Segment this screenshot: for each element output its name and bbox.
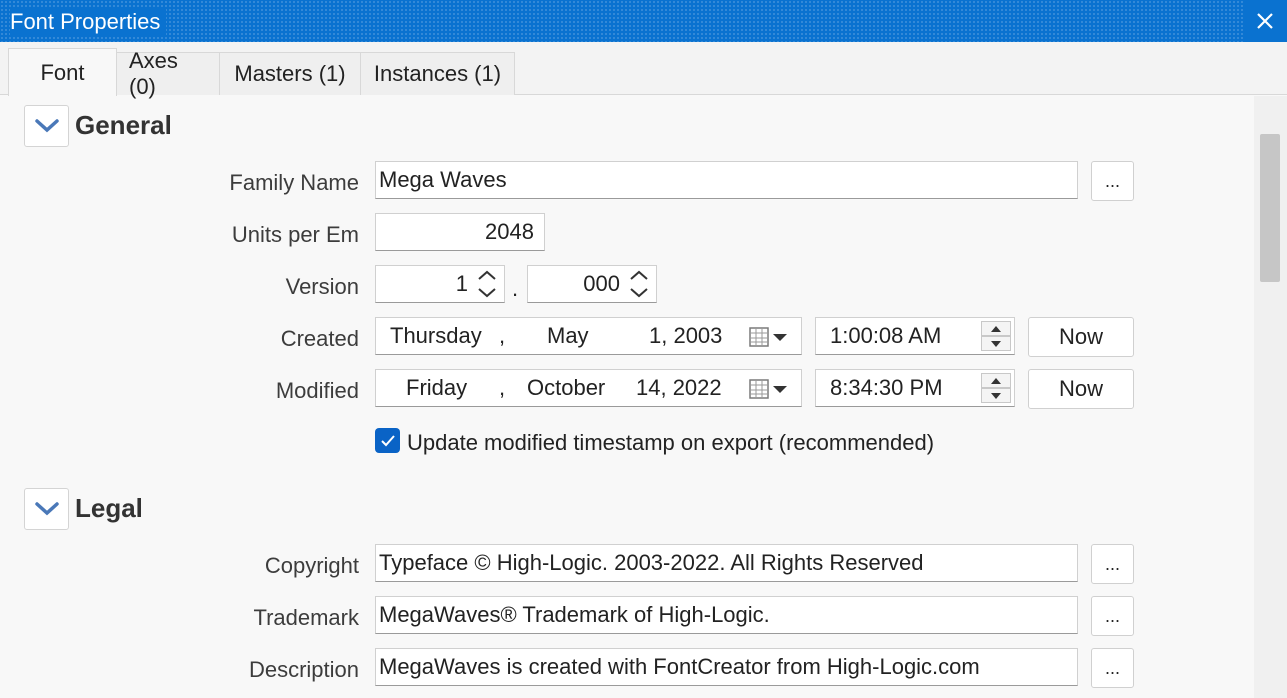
version-minor-spinner-icon[interactable] bbox=[628, 268, 650, 300]
spin-down-icon[interactable] bbox=[981, 388, 1011, 403]
copyright-more-button[interactable]: ... bbox=[1091, 544, 1134, 584]
close-button[interactable] bbox=[1243, 0, 1287, 42]
version-label: Version bbox=[285, 274, 359, 299]
calendar-dropdown-icon[interactable] bbox=[749, 378, 789, 400]
update-timestamp-checkbox[interactable] bbox=[375, 428, 400, 453]
ellipsis-label: ... bbox=[1104, 657, 1120, 678]
copyright-field[interactable]: Typeface © High-Logic. 2003-2022. All Ri… bbox=[375, 544, 1078, 582]
copyright-label: Copyright bbox=[264, 553, 359, 578]
created-weekday: Thursday bbox=[390, 323, 482, 348]
created-now-button[interactable]: Now bbox=[1028, 317, 1134, 357]
calendar-dropdown-icon[interactable] bbox=[749, 326, 789, 348]
now-button-label: Now bbox=[1058, 376, 1103, 401]
trademark-value: MegaWaves® Trademark of High-Logic. bbox=[379, 602, 770, 627]
spin-up-icon[interactable] bbox=[981, 321, 1011, 336]
section-title-legal: Legal bbox=[75, 493, 143, 523]
modified-comma: , bbox=[499, 375, 506, 400]
chevron-down-icon bbox=[34, 119, 59, 133]
version-major-value: 1 bbox=[455, 271, 468, 296]
tab-font[interactable]: Font bbox=[8, 48, 117, 96]
created-day-year: 1, 2003 bbox=[649, 323, 723, 348]
scrollbar-thumb[interactable] bbox=[1260, 134, 1280, 282]
legal-collapse-toggle[interactable] bbox=[24, 488, 69, 530]
copyright-value: Typeface © High-Logic. 2003-2022. All Ri… bbox=[379, 550, 924, 575]
modified-time-value: 8:34:30 PM bbox=[830, 375, 943, 400]
modified-date-picker[interactable]: Friday , October 14, 2022 bbox=[375, 369, 802, 407]
ellipsis-label: ... bbox=[1104, 170, 1120, 191]
update-timestamp-label[interactable]: Update modified timestamp on export (rec… bbox=[407, 430, 934, 456]
created-comma: , bbox=[499, 323, 506, 348]
modified-now-button[interactable]: Now bbox=[1028, 369, 1134, 409]
created-month: May bbox=[547, 323, 589, 348]
trademark-more-button[interactable]: ... bbox=[1091, 596, 1134, 636]
tab-label: Instances (1) bbox=[373, 61, 502, 86]
ellipsis-label: ... bbox=[1104, 553, 1120, 574]
family-name-more-button[interactable]: ... bbox=[1091, 161, 1134, 201]
created-time-field[interactable]: 1:00:08 AM bbox=[815, 317, 1015, 355]
tab-label: Masters (1) bbox=[234, 61, 346, 86]
created-label: Created bbox=[280, 326, 359, 351]
general-collapse-toggle[interactable] bbox=[24, 105, 69, 147]
close-icon bbox=[1257, 13, 1273, 29]
description-value: MegaWaves is created with FontCreator fr… bbox=[379, 654, 980, 679]
modified-day-year: 14, 2022 bbox=[636, 375, 722, 400]
created-time-value: 1:00:08 AM bbox=[830, 323, 942, 348]
units-per-em-value: 2048 bbox=[485, 219, 534, 244]
created-date-picker[interactable]: Thursday , May 1, 2003 bbox=[375, 317, 802, 355]
version-minor-value: 000 bbox=[583, 271, 620, 296]
section-title-general: General bbox=[75, 110, 172, 140]
spin-down-icon[interactable] bbox=[981, 336, 1011, 351]
tab-instances[interactable]: Instances (1) bbox=[360, 52, 515, 95]
units-per-em-field[interactable]: 2048 bbox=[375, 213, 545, 251]
description-field[interactable]: MegaWaves is created with FontCreator fr… bbox=[375, 648, 1078, 686]
trademark-label: Trademark bbox=[253, 605, 359, 630]
modified-time-field[interactable]: 8:34:30 PM bbox=[815, 369, 1015, 407]
tab-axes[interactable]: Axes (0) bbox=[116, 48, 220, 99]
family-name-label: Family Name bbox=[229, 170, 359, 195]
trademark-field[interactable]: MegaWaves® Trademark of High-Logic. bbox=[375, 596, 1078, 634]
tab-label: Font bbox=[40, 59, 85, 85]
units-per-em-label: Units per Em bbox=[231, 222, 359, 247]
description-label: Description bbox=[248, 657, 359, 682]
version-separator: . bbox=[512, 276, 519, 301]
tab-bar: Font Axes (0) Masters (1) Instances (1) bbox=[0, 42, 1287, 99]
spin-up-icon[interactable] bbox=[981, 373, 1011, 388]
modified-weekday: Friday bbox=[406, 375, 468, 400]
family-name-value: Mega Waves bbox=[379, 167, 507, 192]
description-more-button[interactable]: ... bbox=[1091, 648, 1134, 688]
window-title: Font Properties bbox=[10, 9, 167, 35]
modified-time-spinner[interactable] bbox=[981, 373, 1011, 403]
vertical-scrollbar[interactable] bbox=[1254, 96, 1287, 698]
tab-masters[interactable]: Masters (1) bbox=[219, 52, 361, 95]
now-button-label: Now bbox=[1058, 324, 1103, 349]
version-major-spinner-icon[interactable] bbox=[476, 268, 498, 300]
modified-label: Modified bbox=[275, 378, 359, 403]
chevron-down-icon bbox=[34, 502, 59, 516]
title-bar: Font Properties bbox=[0, 0, 1287, 42]
tab-label: Axes (0) bbox=[129, 48, 178, 99]
modified-month: October bbox=[527, 375, 606, 400]
family-name-field[interactable]: Mega Waves bbox=[375, 161, 1078, 199]
ellipsis-label: ... bbox=[1104, 605, 1120, 626]
created-time-spinner[interactable] bbox=[981, 321, 1011, 351]
checkmark-icon bbox=[380, 434, 395, 446]
